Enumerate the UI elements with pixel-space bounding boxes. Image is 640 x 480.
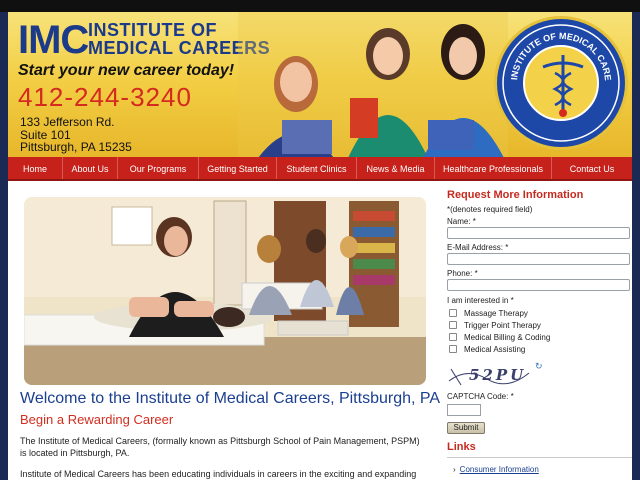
- interest-option-label: Massage Therapy: [464, 308, 528, 318]
- site-header: IMC INSTITUTE OF MEDICAL CAREERS Start y…: [8, 12, 632, 158]
- email-field[interactable]: [447, 253, 630, 265]
- interest-option-label: Medical Billing & Coding: [464, 332, 551, 342]
- address-line-1: 133 Jefferson Rd.: [20, 115, 115, 129]
- logo-imc-text[interactable]: IMC: [18, 18, 89, 63]
- chevron-right-icon: ›: [453, 465, 456, 474]
- page-content: Welcome to the Institute of Medical Care…: [8, 181, 632, 480]
- address-line-3: Pittsburgh, PA 15235: [20, 140, 132, 154]
- interest-option-label: Medical Assisting: [464, 344, 526, 354]
- captcha-image: 52PU ↻: [447, 361, 543, 389]
- caduceus-icon: [542, 55, 584, 117]
- name-field[interactable]: [447, 227, 630, 239]
- link-consumer-information[interactable]: › Consumer Information: [453, 465, 632, 474]
- intro-paragraph: The Institute of Medical Careers, (forma…: [20, 436, 420, 458]
- page-title: Welcome to the Institute of Medical Care…: [20, 390, 441, 407]
- captcha-label: CAPTCHA Code: *: [447, 392, 514, 401]
- phone-field[interactable]: [447, 279, 630, 291]
- page-subtitle: Begin a Rewarding Career: [20, 412, 174, 427]
- name-label: Name: *: [447, 217, 476, 226]
- main-nav: Home About Us Our Programs Getting Start…: [8, 157, 632, 181]
- interest-label: I am interested in *: [447, 296, 514, 305]
- nav-healthcare-professionals[interactable]: Healthcare Professionals: [435, 157, 552, 179]
- interest-option[interactable]: Trigger Point Therapy: [449, 319, 632, 331]
- interest-checkbox[interactable]: [449, 309, 457, 317]
- nav-student-clinics[interactable]: Student Clinics: [277, 157, 357, 179]
- tagline: Start your new career today!: [18, 62, 235, 79]
- request-form-title: Request More Information: [447, 189, 584, 201]
- interest-option-label: Trigger Point Therapy: [464, 320, 541, 330]
- phone-number: 412-244-3240: [18, 82, 192, 112]
- captcha-input[interactable]: [447, 403, 481, 416]
- nav-about-us[interactable]: About Us: [63, 157, 118, 179]
- request-info-sidebar: Request More Information *(denotes requi…: [447, 189, 632, 474]
- captcha-code-text: 52PU: [469, 366, 527, 384]
- caduceus-emblem: [523, 45, 599, 121]
- interest-checkbox[interactable]: [449, 345, 457, 353]
- links-title: Links: [447, 441, 632, 458]
- email-label: E-Mail Address: *: [447, 243, 509, 252]
- interest-option[interactable]: Massage Therapy: [449, 307, 632, 319]
- interest-option[interactable]: Medical Assisting: [449, 343, 632, 355]
- nav-home[interactable]: Home: [8, 157, 63, 179]
- nav-our-programs[interactable]: Our Programs: [118, 157, 199, 179]
- history-paragraph: Institute of Medical Careers has been ed…: [20, 469, 417, 479]
- nav-contact-us[interactable]: Contact Us: [552, 157, 632, 179]
- interest-option[interactable]: Medical Billing & Coding: [449, 331, 632, 343]
- interest-options: Massage Therapy Trigger Point Therapy Me…: [447, 307, 632, 355]
- captcha-refresh-icon[interactable]: ↻: [535, 361, 545, 371]
- top-bar: [0, 0, 640, 12]
- students-group-photo: [238, 12, 508, 158]
- interest-checkbox[interactable]: [449, 333, 457, 341]
- classroom-illustration: [24, 197, 426, 385]
- link-label[interactable]: Consumer Information: [460, 465, 539, 474]
- institute-seal-logo: INSTITUTE OF MEDICAL CAREERS: [494, 16, 628, 150]
- interest-checkbox[interactable]: [449, 321, 457, 329]
- nav-news-media[interactable]: News & Media: [357, 157, 435, 179]
- required-note: *(denotes required field): [447, 205, 533, 214]
- massage-class-photo: [24, 197, 426, 385]
- submit-button[interactable]: Submit: [447, 422, 485, 434]
- nav-getting-started[interactable]: Getting Started: [199, 157, 277, 179]
- phone-label: Phone: *: [447, 269, 478, 278]
